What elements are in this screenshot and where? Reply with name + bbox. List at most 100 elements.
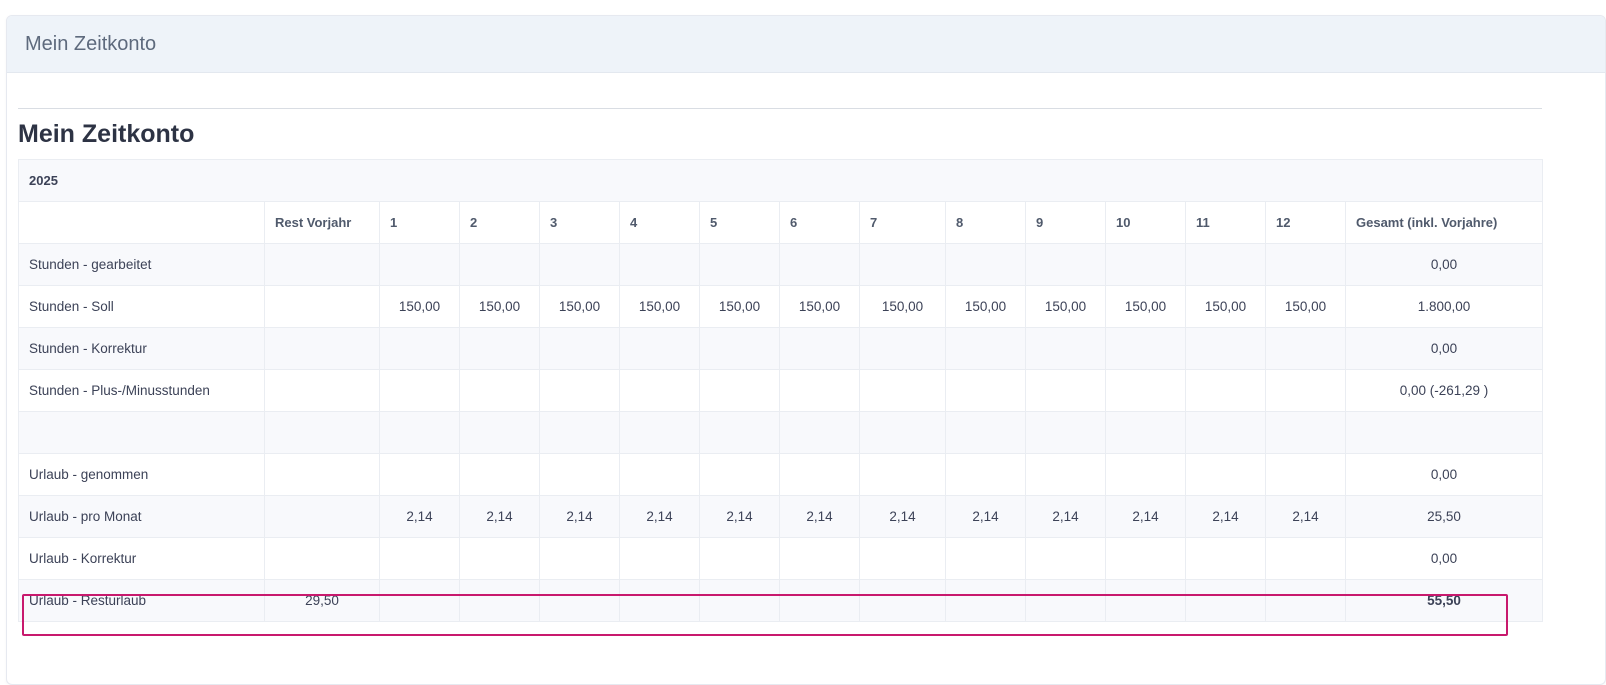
- rest-vorjahr-cell: [264, 453, 380, 496]
- month-cell: [379, 243, 460, 286]
- month-cell: [1265, 411, 1346, 454]
- month-cell: [945, 243, 1026, 286]
- month-cell: [1265, 369, 1346, 412]
- month-cell: [1105, 327, 1186, 370]
- month-cell: [859, 243, 946, 286]
- row-label: Stunden - gearbeitet: [18, 243, 265, 286]
- month-cell: [859, 579, 946, 622]
- month-cell: [699, 453, 780, 496]
- month-cell: [699, 537, 780, 580]
- month-cell: [619, 369, 700, 412]
- month-cell: [539, 453, 620, 496]
- total-cell: 0,00: [1345, 453, 1543, 496]
- column-header: 7: [859, 201, 946, 244]
- month-cell: [1185, 327, 1266, 370]
- row-label: Urlaub - Korrektur: [18, 537, 265, 580]
- total-cell: 1.800,00: [1345, 285, 1543, 328]
- column-header: 9: [1025, 201, 1106, 244]
- month-cell: [699, 327, 780, 370]
- total-cell: 0,00: [1345, 537, 1543, 580]
- month-cell: [459, 243, 540, 286]
- month-cell: [1025, 411, 1106, 454]
- page-title: Mein Zeitkonto: [18, 120, 195, 148]
- month-cell: [1025, 327, 1106, 370]
- rest-vorjahr-cell: [264, 243, 380, 286]
- month-cell: [779, 579, 860, 622]
- rest-vorjahr-cell: [264, 285, 380, 328]
- month-cell: [699, 411, 780, 454]
- month-cell: [1185, 537, 1266, 580]
- month-cell: 2,14: [1185, 495, 1266, 538]
- month-cell: 150,00: [619, 285, 700, 328]
- month-cell: [1025, 369, 1106, 412]
- month-cell: 2,14: [459, 495, 540, 538]
- month-cell: [699, 369, 780, 412]
- month-cell: 2,14: [699, 495, 780, 538]
- month-cell: [1265, 453, 1346, 496]
- table-row: Stunden - Korrektur 0,00: [18, 327, 1543, 370]
- month-cell: [539, 327, 620, 370]
- month-cell: 2,14: [1105, 495, 1186, 538]
- total-cell: 0,00 (-261,29 ): [1345, 369, 1543, 412]
- table-row: Urlaub - Resturlaub 29,50 55,50: [18, 579, 1543, 622]
- column-header: 10: [1105, 201, 1186, 244]
- month-cell: [379, 411, 460, 454]
- month-cell: [1025, 537, 1106, 580]
- divider: [18, 108, 1542, 109]
- column-header: 1: [379, 201, 460, 244]
- column-header: 5: [699, 201, 780, 244]
- month-cell: [859, 411, 946, 454]
- month-cell: [1025, 243, 1106, 286]
- month-cell: [619, 243, 700, 286]
- column-header: Gesamt (inkl. Vorjahre): [1345, 201, 1543, 244]
- month-cell: [699, 243, 780, 286]
- table-row: Stunden - gearbeitet 0,00: [18, 243, 1543, 286]
- month-cell: 150,00: [779, 285, 860, 328]
- row-label: Urlaub - pro Monat: [18, 495, 265, 538]
- rest-vorjahr-cell: [264, 369, 380, 412]
- month-cell: [1265, 243, 1346, 286]
- row-label: Urlaub - genommen: [18, 453, 265, 496]
- rest-vorjahr-cell: [264, 411, 380, 454]
- rest-vorjahr-cell: [264, 537, 380, 580]
- column-header: 4: [619, 201, 700, 244]
- column-header: 11: [1185, 201, 1266, 244]
- month-cell: [1105, 579, 1186, 622]
- row-label: Stunden - Soll: [18, 285, 265, 328]
- month-cell: [779, 369, 860, 412]
- month-cell: [379, 537, 460, 580]
- month-cell: 2,14: [539, 495, 620, 538]
- month-cell: [619, 453, 700, 496]
- column-header: 2: [459, 201, 540, 244]
- column-header: 6: [779, 201, 860, 244]
- zeitkonto-table: 2025 Rest Vorjahr 1 2 3 4 5 6 7 8 9 10 11 12 Gesamt (…: [18, 159, 1543, 622]
- month-cell: 150,00: [945, 285, 1026, 328]
- month-cell: 2,14: [859, 495, 946, 538]
- month-cell: 2,14: [379, 495, 460, 538]
- month-cell: [1105, 453, 1186, 496]
- table-row: Urlaub - pro Monat 2,14 2,14 2,14 2,14 2,14 2,…: [18, 495, 1543, 538]
- month-cell: [1185, 411, 1266, 454]
- month-cell: 150,00: [1025, 285, 1106, 328]
- month-cell: [379, 579, 460, 622]
- month-cell: [1185, 453, 1266, 496]
- month-cell: [539, 243, 620, 286]
- total-cell: 25,50: [1345, 495, 1543, 538]
- month-cell: 150,00: [1265, 285, 1346, 328]
- table-row: Stunden - Soll 150,00 150,00 150,00 150,00 15…: [18, 285, 1543, 328]
- month-cell: [945, 327, 1026, 370]
- row-label: [18, 411, 265, 454]
- month-cell: [459, 411, 540, 454]
- month-cell: [1105, 369, 1186, 412]
- month-cell: 150,00: [859, 285, 946, 328]
- month-cell: 2,14: [945, 495, 1026, 538]
- month-cell: [619, 537, 700, 580]
- year-label: 2025: [18, 159, 1543, 202]
- month-cell: [945, 537, 1026, 580]
- month-cell: [945, 411, 1026, 454]
- month-cell: [459, 327, 540, 370]
- month-cell: [1185, 579, 1266, 622]
- month-cell: [945, 369, 1026, 412]
- month-cell: [779, 537, 860, 580]
- column-header: 3: [539, 201, 620, 244]
